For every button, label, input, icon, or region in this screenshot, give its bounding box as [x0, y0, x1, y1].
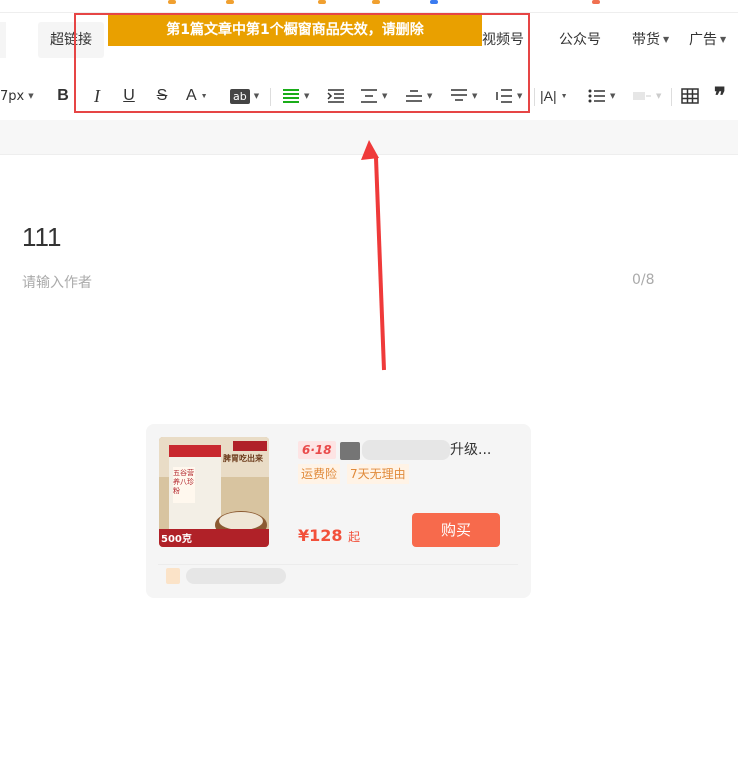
price-value: ¥128: [298, 526, 343, 545]
product-weight-label: 500克: [161, 534, 192, 545]
buy-button[interactable]: 购买: [412, 513, 500, 547]
annotation-arrow: [361, 140, 386, 371]
redacted-shop-name: [186, 568, 286, 584]
redacted-title: [362, 440, 450, 460]
product-title-tail: 升级...: [450, 442, 492, 458]
author-input[interactable]: 请输入作者: [22, 272, 92, 292]
product-image-headline: 脾胃吃出来: [223, 454, 263, 463]
product-image: 脾胃吃出来 五谷营养八珍粉 500克: [159, 437, 269, 547]
author-char-counter: 0/8: [632, 272, 655, 288]
article-title[interactable]: 111: [22, 222, 62, 253]
shipping-insurance-tag: 运费险: [298, 464, 341, 484]
product-price: ¥128 起: [298, 526, 360, 545]
title-start-char: [340, 442, 360, 460]
promo-618-badge: 6·18: [298, 441, 336, 459]
card-divider: [158, 564, 518, 565]
shop-logo: [166, 568, 180, 584]
product-card[interactable]: 脾胃吃出来 五谷营养八珍粉 500克 6·18 升级... 运费险 7天无理由 …: [146, 424, 531, 598]
product-image-can-label: 五谷营养八珍粉: [173, 469, 194, 495]
return-policy-tag: 7天无理由: [347, 464, 409, 484]
price-suffix: 起: [348, 530, 361, 544]
